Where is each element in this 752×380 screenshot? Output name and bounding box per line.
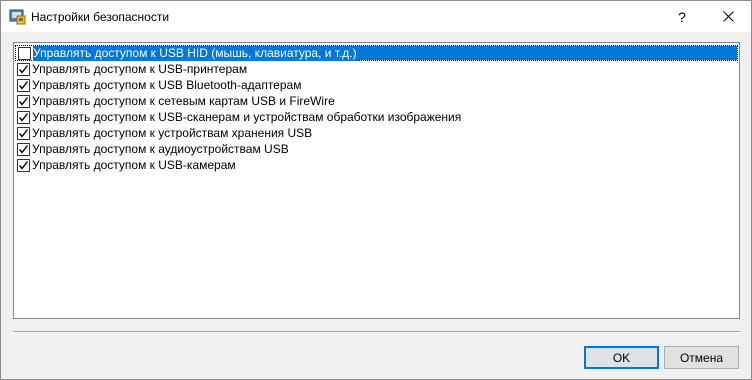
list-item[interactable]: Управлять доступом к USB Bluetooth-адапт… bbox=[15, 77, 738, 93]
title-bar: Настройки безопасности ? bbox=[1, 1, 751, 32]
checkbox[interactable] bbox=[17, 62, 30, 76]
ok-button[interactable]: OK bbox=[584, 346, 659, 369]
help-button[interactable]: ? bbox=[659, 1, 705, 32]
cancel-button[interactable]: Отмена bbox=[664, 346, 739, 369]
help-icon: ? bbox=[678, 8, 686, 25]
security-settings-dialog: Настройки безопасности ? Управлять досту… bbox=[0, 0, 752, 380]
checkbox[interactable] bbox=[18, 46, 31, 60]
checkmark-icon bbox=[18, 128, 29, 138]
list-item-label-area: Управлять доступом к USB-сканерам и устр… bbox=[32, 109, 463, 125]
checkmark-icon bbox=[18, 80, 29, 90]
window-title: Настройки безопасности bbox=[31, 10, 170, 24]
list-item-label-area: Управлять доступом к устройствам хранени… bbox=[32, 125, 314, 141]
checkmark-icon bbox=[18, 64, 29, 74]
list-item-label-area: Управлять доступом к USB Bluetooth-адапт… bbox=[32, 77, 303, 93]
list-item[interactable]: Управлять доступом к USB-камерам bbox=[15, 157, 738, 173]
checkmark-icon bbox=[18, 160, 29, 170]
list-item[interactable]: Управлять доступом к аудиоустройствам US… bbox=[15, 141, 738, 157]
list-item-label-area: Управлять доступом к USB-камерам bbox=[32, 157, 238, 173]
list-item[interactable]: Управлять доступом к USB-принтерам bbox=[15, 61, 738, 77]
checkbox[interactable] bbox=[17, 110, 30, 124]
list-item[interactable]: Управлять доступом к сетевым картам USB … bbox=[15, 93, 738, 109]
list-item-label-area: Управлять доступом к USB HID (мышь, клав… bbox=[33, 45, 737, 61]
list-item-label: Управлять доступом к USB-сканерам и устр… bbox=[32, 109, 462, 124]
list-item[interactable]: Управлять доступом к USB-сканерам и устр… bbox=[15, 109, 738, 125]
separator bbox=[13, 331, 740, 333]
list-item-label: Управлять доступом к USB-камерам bbox=[32, 157, 236, 172]
list-item-label: Управлять доступом к сетевым картам USB … bbox=[32, 93, 335, 108]
checkbox[interactable] bbox=[17, 78, 30, 92]
list-item[interactable]: Управлять доступом к устройствам хранени… bbox=[15, 125, 738, 141]
checkbox[interactable] bbox=[17, 126, 30, 140]
close-button[interactable] bbox=[705, 1, 751, 32]
list-item-label: Управлять доступом к устройствам хранени… bbox=[32, 125, 313, 140]
checkmark-icon bbox=[18, 96, 29, 106]
list-item[interactable]: Управлять доступом к USB HID (мышь, клав… bbox=[15, 45, 738, 61]
close-icon bbox=[722, 11, 734, 22]
list-item-label: Управлять доступом к аудиоустройствам US… bbox=[32, 141, 289, 156]
permissions-checklist[interactable]: Управлять доступом к USB HID (мышь, клав… bbox=[13, 42, 740, 319]
checkmark-icon bbox=[18, 112, 29, 122]
checkbox[interactable] bbox=[17, 142, 30, 156]
list-item-label: Управлять доступом к USB-принтерам bbox=[32, 61, 248, 76]
list-item-label-area: Управлять доступом к аудиоустройствам US… bbox=[32, 141, 291, 157]
list-item-label: Управлять доступом к USB HID (мышь, клав… bbox=[33, 45, 359, 61]
list-item-label-area: Управлять доступом к USB-принтерам bbox=[32, 61, 249, 77]
security-settings-icon bbox=[9, 8, 26, 25]
list-item-label-area: Управлять доступом к сетевым картам USB … bbox=[32, 93, 337, 109]
checkbox[interactable] bbox=[17, 158, 30, 172]
list-item-label: Управлять доступом к USB Bluetooth-адапт… bbox=[32, 77, 302, 92]
checkmark-icon bbox=[18, 144, 29, 154]
checkbox[interactable] bbox=[17, 94, 30, 108]
